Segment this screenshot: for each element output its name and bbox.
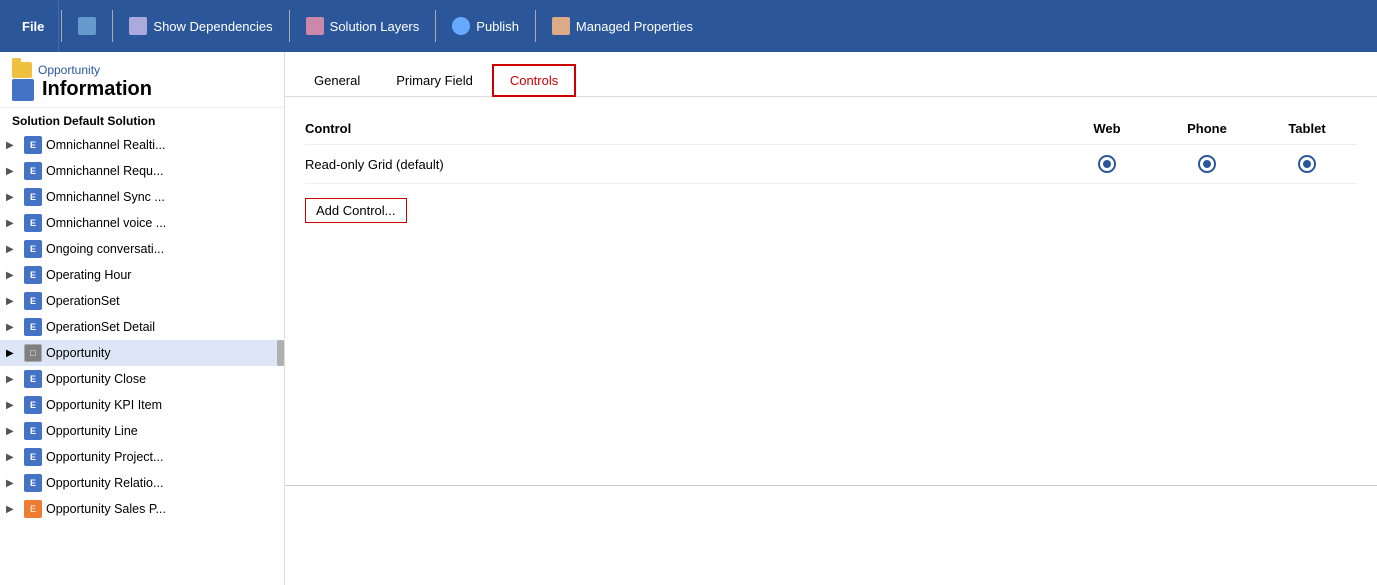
col-header-web: Web [1057, 121, 1157, 136]
web-radio-circle[interactable] [1098, 155, 1116, 173]
entity-icon: E [24, 240, 42, 258]
toolbar-separator-5 [535, 10, 536, 42]
controls-table-header: Control Web Phone Tablet [305, 113, 1357, 145]
list-item[interactable]: ▶ E Opportunity Project... [0, 444, 284, 470]
publish-icon [452, 17, 470, 35]
phone-radio[interactable] [1157, 155, 1257, 173]
list-item[interactable]: ▶ E Omnichannel Requ... [0, 158, 284, 184]
toolbar-separator-4 [435, 10, 436, 42]
tab-controls[interactable]: Controls [492, 64, 576, 97]
expand-arrow: ▶ [6, 478, 20, 489]
expand-arrow: ▶ [6, 244, 20, 255]
content-area: General Primary Field Controls Control W… [285, 52, 1377, 585]
sidebar-item-opportunity-line[interactable]: ▶ E Opportunity Line [0, 418, 284, 444]
col-header-control: Control [305, 121, 1057, 136]
solution-layers-button[interactable]: Solution Layers [292, 0, 434, 52]
expand-arrow: ▶ [6, 192, 20, 203]
entity-icon [12, 79, 34, 101]
entity-breadcrumb: Opportunity [12, 62, 272, 78]
entity-icon: E [24, 370, 42, 388]
entity-icon: E [24, 162, 42, 180]
sidebar-item-opportunity-close[interactable]: ▶ E Opportunity Close [0, 366, 284, 392]
tablet-radio[interactable] [1257, 155, 1357, 173]
expand-arrow: ▶ [6, 426, 20, 437]
controls-table-area: Control Web Phone Tablet Read-only Grid … [285, 97, 1377, 485]
list-item[interactable]: ▶ E Opportunity Sales P... [0, 496, 284, 522]
expand-arrow: ▶ [6, 218, 20, 229]
expand-arrow: ▶ [6, 296, 20, 307]
toolbar: File Show Dependencies Solution Layers P… [0, 0, 1377, 52]
list-item[interactable]: ▶ E OperationSet Detail [0, 314, 284, 340]
phone-radio-circle[interactable] [1198, 155, 1216, 173]
list-item[interactable]: ▶ E Omnichannel Sync ... [0, 184, 284, 210]
tab-general[interactable]: General [297, 65, 377, 96]
expand-arrow: ▶ [6, 452, 20, 463]
entity-icon-gray: □ [24, 344, 42, 362]
bottom-panel [285, 485, 1377, 585]
publish-button[interactable]: Publish [438, 0, 533, 52]
folder-icon [12, 62, 32, 78]
tabs-bar: General Primary Field Controls [285, 52, 1377, 97]
expand-arrow: ▶ [6, 400, 20, 411]
expand-arrow: ▶ [6, 322, 20, 333]
list-item[interactable]: ▶ E Opportunity KPI Item [0, 392, 284, 418]
toolbar-separator-1 [61, 10, 62, 42]
entity-icon: E [24, 136, 42, 154]
sidebar-item-operating-hour[interactable]: ▶ E Operating Hour [0, 262, 284, 288]
entity-icon: E [24, 292, 42, 310]
save-button[interactable] [64, 0, 110, 52]
solution-label: Solution Default Solution [0, 108, 284, 132]
show-dependencies-button[interactable]: Show Dependencies [115, 0, 286, 52]
entity-title: Information [12, 78, 272, 101]
entity-icon: E [24, 396, 42, 414]
expand-arrow: ▶ [6, 374, 20, 385]
entity-icon: E [24, 474, 42, 492]
list-item[interactable]: ▶ E Opportunity Relatio... [0, 470, 284, 496]
list-item[interactable]: ▶ E OperationSet [0, 288, 284, 314]
list-item[interactable]: ▶ E Ongoing conversati... [0, 236, 284, 262]
entity-icon: E [24, 214, 42, 232]
managed-properties-icon [552, 17, 570, 35]
scrollbar-indicator [277, 340, 284, 366]
entity-icon-yellow: E [24, 500, 42, 518]
solution-layers-icon [306, 17, 324, 35]
expand-arrow: ▶ [6, 140, 20, 151]
web-radio[interactable] [1057, 155, 1157, 173]
expand-arrow: ▶ [6, 166, 20, 177]
entity-icon: E [24, 318, 42, 336]
col-header-phone: Phone [1157, 121, 1257, 136]
entity-icon: E [24, 188, 42, 206]
expand-arrow: ▶ [6, 348, 20, 359]
sidebar-list: ▶ E Omnichannel Realti... ▶ E Omnichanne… [0, 132, 284, 585]
file-button[interactable]: File [8, 0, 59, 52]
main-layout: Opportunity Information Solution Default… [0, 52, 1377, 585]
list-item[interactable]: ▶ E Omnichannel Realti... [0, 132, 284, 158]
save-icon [78, 17, 96, 35]
entity-icon: E [24, 448, 42, 466]
tablet-radio-circle[interactable] [1298, 155, 1316, 173]
toolbar-separator-3 [289, 10, 290, 42]
entity-icon: E [24, 422, 42, 440]
control-name: Read-only Grid (default) [305, 157, 1057, 172]
entity-icon: E [24, 266, 42, 284]
toolbar-separator-2 [112, 10, 113, 42]
tab-primary-field[interactable]: Primary Field [379, 65, 490, 96]
col-header-tablet: Tablet [1257, 121, 1357, 136]
add-control-btn[interactable]: Add Control... [305, 198, 407, 223]
dependencies-icon [129, 17, 147, 35]
managed-properties-button[interactable]: Managed Properties [538, 0, 707, 52]
expand-arrow: ▶ [6, 270, 20, 281]
list-item[interactable]: ▶ E Omnichannel voice ... [0, 210, 284, 236]
table-row: Read-only Grid (default) [305, 145, 1357, 184]
sidebar-header: Opportunity Information [0, 52, 284, 108]
sidebar: Opportunity Information Solution Default… [0, 52, 285, 585]
sidebar-item-opportunity[interactable]: ▶ □ Opportunity [0, 340, 284, 366]
expand-arrow: ▶ [6, 504, 20, 515]
